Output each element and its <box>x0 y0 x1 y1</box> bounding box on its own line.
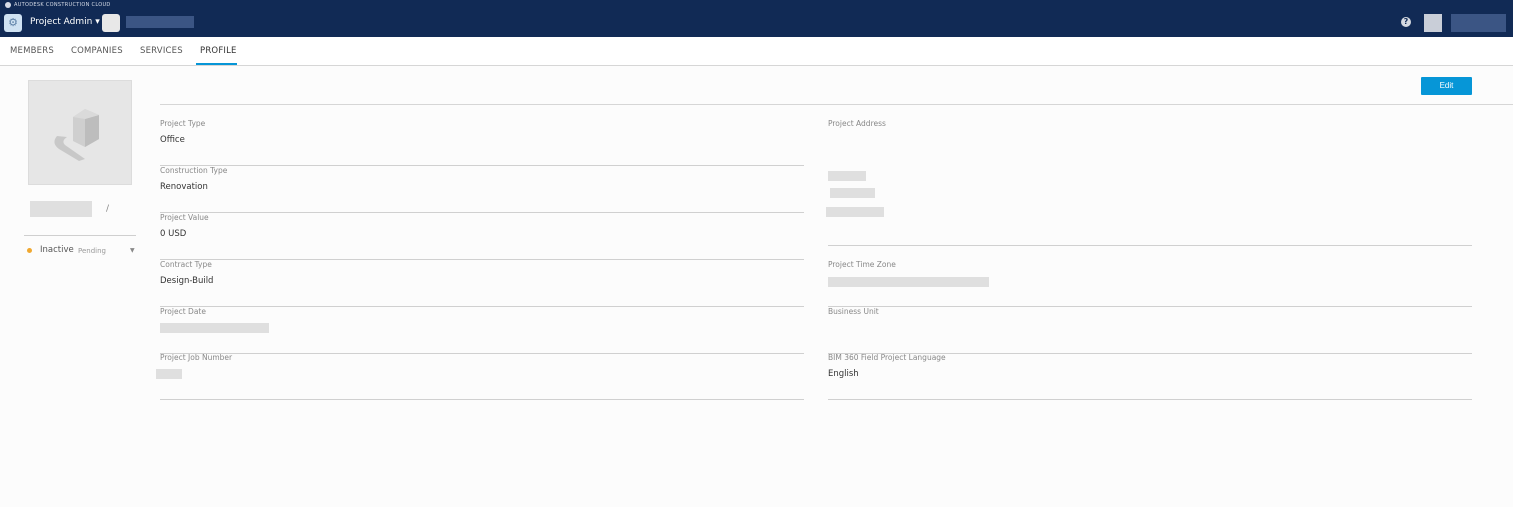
field-value: 0 USD <box>160 229 187 239</box>
field-project-address: Project Address <box>826 119 1472 246</box>
status-dot-icon <box>27 248 32 253</box>
substatus-label: Pending <box>78 247 106 255</box>
brand: AUTODESK CONSTRUCTION CLOUD <box>5 2 111 8</box>
avatar[interactable] <box>1424 14 1442 32</box>
field-value: Design-Build <box>160 276 214 286</box>
field-label: BIM 360 Field Project Language <box>828 353 946 362</box>
field-contract-type: Contract Type Design-Build <box>160 260 804 307</box>
project-name-redacted[interactable] <box>126 16 194 28</box>
tab-services[interactable]: SERVICES <box>140 46 183 56</box>
tab-profile[interactable]: PROFILE <box>200 46 237 56</box>
tab-companies[interactable]: COMPANIES <box>71 46 123 56</box>
field-label: Project Type <box>160 119 206 128</box>
field-project-value: Project Value 0 USD <box>160 213 804 260</box>
edit-pencil-icon[interactable]: / <box>106 204 109 214</box>
help-icon[interactable]: ? <box>1401 17 1411 27</box>
field-project-date: Project Date <box>160 307 804 354</box>
field-label: Project Address <box>828 119 886 128</box>
field-value: Office <box>160 135 185 145</box>
top-header: AUTODESK CONSTRUCTION CLOUD ⚙ Project Ad… <box>0 0 1513 37</box>
project-thumbnail[interactable] <box>102 14 120 32</box>
autodesk-logo-icon <box>5 2 11 8</box>
field-label: Construction Type <box>160 166 228 175</box>
field-job-number: Project Job Number <box>156 353 804 400</box>
field-project-type: Project Type Office <box>160 119 804 166</box>
field-label: Project Time Zone <box>828 260 896 269</box>
tab-bar: MEMBERS COMPANIES SERVICES PROFILE <box>0 37 1513 66</box>
address-redacted <box>828 171 866 181</box>
time-zone-redacted <box>828 277 989 287</box>
divider <box>24 235 136 236</box>
status-label[interactable]: Inactive <box>40 245 74 255</box>
active-tab-indicator <box>196 63 237 65</box>
edit-button[interactable]: Edit <box>1421 77 1472 95</box>
app-switcher[interactable]: Project Admin ▾ <box>30 17 100 27</box>
project-image[interactable] <box>28 80 132 185</box>
user-name-redacted[interactable] <box>1451 14 1506 32</box>
field-business-unit: Business Unit <box>828 307 1472 354</box>
job-number-redacted <box>156 369 182 379</box>
field-label: Project Date <box>160 307 206 316</box>
field-label: Contract Type <box>160 260 212 269</box>
building-icon <box>54 109 99 161</box>
field-time-zone: Project Time Zone <box>828 260 1472 307</box>
date-redacted <box>160 323 269 333</box>
field-label: Project Job Number <box>160 353 233 362</box>
address-redacted <box>826 207 884 217</box>
project-name-redacted <box>30 201 92 217</box>
field-value: English <box>828 369 859 379</box>
field-label: Project Value <box>160 213 209 222</box>
divider <box>160 104 1513 105</box>
chevron-down-icon[interactable]: ▼ <box>130 247 135 254</box>
field-language: BIM 360 Field Project Language English <box>828 353 1472 400</box>
address-redacted <box>830 188 875 198</box>
gear-icon[interactable]: ⚙ <box>4 14 22 32</box>
field-construction-type: Construction Type Renovation <box>160 166 804 213</box>
field-value: Renovation <box>160 182 208 192</box>
field-label: Business Unit <box>828 307 879 316</box>
tab-members[interactable]: MEMBERS <box>10 46 54 56</box>
brand-text: AUTODESK CONSTRUCTION CLOUD <box>14 2 111 8</box>
